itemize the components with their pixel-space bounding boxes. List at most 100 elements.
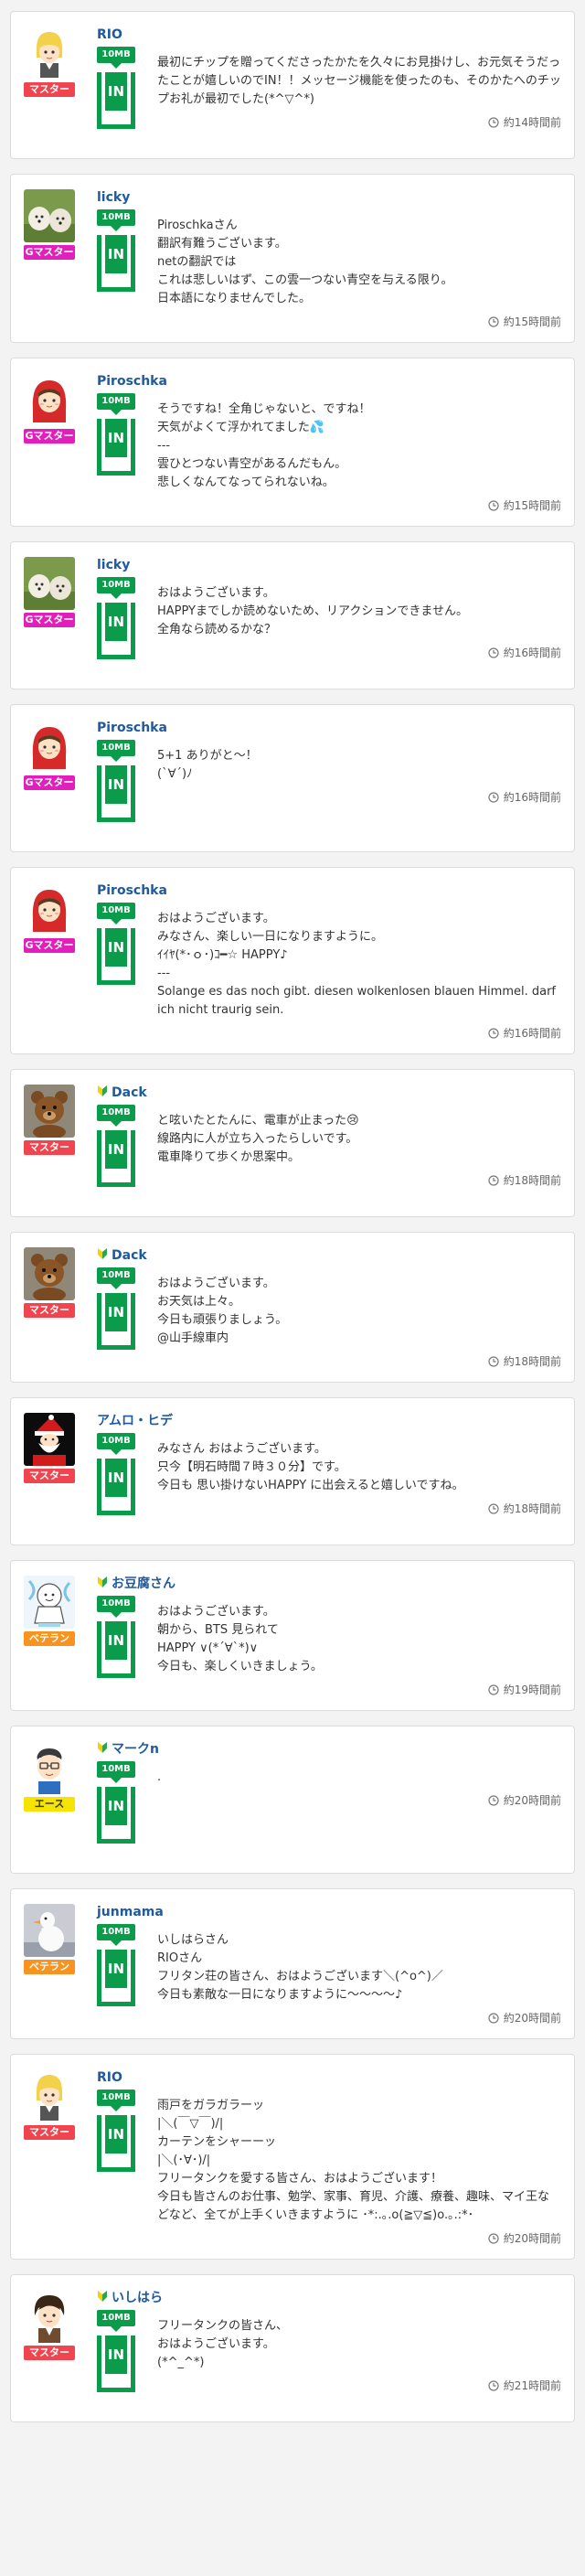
chip-in-button[interactable]: 10MB IN [97, 1267, 135, 1350]
chip-in-label: IN [105, 2336, 127, 2374]
chip-in-box: IN [97, 2115, 135, 2172]
chip-in-button[interactable]: 10MB IN [97, 2310, 135, 2392]
chip-in-button[interactable]: 10MB IN [97, 209, 135, 292]
post-timestamp: 約19時間前 [97, 1682, 561, 1697]
username-link[interactable]: Piroschka [97, 882, 561, 899]
chip-in-label: IN [105, 1459, 127, 1497]
post-timestamp: 約20時間前 [97, 1792, 561, 1808]
chip-in-box: IN [97, 235, 135, 292]
user-column: ベテラン [24, 1576, 75, 1646]
username-link[interactable]: Piroschka [97, 373, 561, 390]
avatar[interactable] [24, 1085, 75, 1138]
post-body: licky 10MB IN おはようございます。 HAPPYまでしか読めないため… [97, 557, 561, 676]
chip-in-label: IN [105, 235, 127, 273]
post-message: みなさん おはようございます。 只今【明石時間７時３０分】です。 今日も 思い掛… [157, 1442, 464, 1492]
chip-in-box: IN [97, 928, 135, 985]
username-link[interactable]: licky [97, 557, 561, 573]
chip-in-label: IN [105, 2115, 127, 2154]
post-time-text: 約21時間前 [503, 2379, 561, 2392]
avatar[interactable] [24, 2290, 75, 2343]
rank-badge: マスター [24, 2125, 75, 2140]
avatar[interactable] [24, 1413, 75, 1466]
chip-in-box: IN [97, 1459, 135, 1515]
post-body: Piroschka 10MB IN 5+1 ありがと～！ (`∀´)ﾉ 約16時… [97, 720, 561, 839]
beginner-leaf-icon [97, 2290, 108, 2307]
username-link[interactable]: junmama [97, 1904, 561, 1920]
avatar[interactable] [24, 1247, 75, 1300]
chip-in-button[interactable]: 10MB IN [97, 1105, 135, 1187]
post-body: RIO 10MB IN 最初にチップを贈ってくださったかたを久々にお見掛けし、お… [97, 27, 561, 145]
username-link[interactable]: RIO [97, 2069, 561, 2086]
avatar[interactable] [24, 557, 75, 610]
username-text: いしはら [112, 2291, 163, 2305]
chip-in-box: IN [97, 72, 135, 129]
username-link[interactable]: Dack [97, 1247, 561, 1264]
username-text: Piroschka [97, 883, 167, 898]
avatar[interactable] [24, 882, 75, 935]
chip-amount-badge: 10MB [97, 1267, 135, 1289]
chip-in-button[interactable]: 10MB IN [97, 47, 135, 129]
post-timestamp: 約20時間前 [97, 2230, 561, 2246]
username-text: junmama [97, 1905, 164, 1919]
avatar[interactable] [24, 2069, 75, 2122]
username-text: Dack [112, 1248, 147, 1263]
post-time-text: 約20時間前 [503, 1794, 561, 1807]
post-body: Dack 10MB IN と呟いたとたんに、電車が止まった😢 線路内に人が立ち入… [97, 1085, 561, 1203]
post-card: マスター Dack 10MB IN と呟いたとたんに、電車が止まった😢 線路内に… [10, 1069, 575, 1217]
clock-icon [488, 116, 499, 128]
username-link[interactable]: RIO [97, 27, 561, 43]
username-link[interactable]: Dack [97, 1085, 561, 1101]
username-link[interactable]: licky [97, 189, 561, 206]
chip-in-button[interactable]: 10MB IN [97, 1761, 135, 1844]
user-column: ベテラン [24, 1904, 75, 1974]
avatar[interactable] [24, 27, 75, 80]
chip-amount-badge: 10MB [97, 1596, 135, 1618]
post-time-text: 約20時間前 [503, 2232, 561, 2245]
chip-in-button[interactable]: 10MB IN [97, 577, 135, 659]
post-card: マスター RIO 10MB IN 最初にチップを贈ってくださったかたを久々にお見… [10, 11, 575, 159]
avatar[interactable] [24, 1576, 75, 1629]
post-timestamp: 約20時間前 [97, 2010, 561, 2026]
rank-badge: マスター [24, 1469, 75, 1483]
chip-in-button[interactable]: 10MB IN [97, 393, 135, 476]
avatar[interactable] [24, 373, 75, 426]
avatar[interactable] [24, 189, 75, 242]
username-link[interactable]: お豆腐さん [97, 1576, 561, 1592]
user-column: Gマスター [24, 882, 75, 953]
post-card: マスター Dack 10MB IN おはようございます。 お天気は上々。 今日も… [10, 1232, 575, 1383]
post-time-text: 約18時間前 [503, 1355, 561, 1368]
chip-amount-badge: 10MB [97, 209, 135, 231]
rank-badge: マスター [24, 1140, 75, 1155]
chip-amount-badge: 10MB [97, 393, 135, 415]
post-body: いしはら 10MB IN フリータンクの皆さん、 おはようございます。 (*^_… [97, 2290, 561, 2409]
chip-in-button[interactable]: 10MB IN [97, 1596, 135, 1678]
user-column: Gマスター [24, 557, 75, 627]
avatar[interactable] [24, 720, 75, 773]
post-body: お豆腐さん 10MB IN おはようございます。 朝から、BTS 見られて HA… [97, 1576, 561, 1697]
username-link[interactable]: マークn [97, 1741, 561, 1758]
chip-in-label: IN [105, 603, 127, 641]
rank-badge: マスター [24, 82, 75, 97]
chip-in-button[interactable]: 10MB IN [97, 2090, 135, 2172]
user-column: Gマスター [24, 373, 75, 444]
chip-in-box: IN [97, 1130, 135, 1187]
post-card: エース マークn 10MB IN . 約20時間前 [10, 1726, 575, 1874]
username-link[interactable]: Piroschka [97, 720, 561, 736]
username-link[interactable]: アムロ・ヒデ [97, 1413, 561, 1429]
post-body: licky 10MB IN Piroschkaさん 翻訳有難うございます。 ne… [97, 189, 561, 329]
post-message: おはようございます。 朝から、BTS 見られて HAPPY ∨(*´∀`*)∨ … [157, 1605, 323, 1673]
avatar[interactable] [24, 1904, 75, 1957]
avatar[interactable] [24, 1741, 75, 1794]
post-message: そうですね！全角じゃないと、ですね！ 天気がよくて浮かれてました💦 --- 雲ひ… [157, 402, 371, 489]
chip-in-button[interactable]: 10MB IN [97, 903, 135, 985]
post-card: Gマスター Piroschka 10MB IN 5+1 ありがと～！ (`∀´)… [10, 704, 575, 852]
clock-icon [488, 315, 499, 327]
chip-in-button[interactable]: 10MB IN [97, 1433, 135, 1515]
chip-in-button[interactable]: 10MB IN [97, 740, 135, 822]
post-card: Gマスター licky 10MB IN Piroschkaさん 翻訳有難うござい… [10, 174, 575, 343]
rank-badge: マスター [24, 2346, 75, 2360]
chip-in-button[interactable]: 10MB IN [97, 1924, 135, 2006]
post-time-text: 約15時間前 [503, 499, 561, 512]
username-link[interactable]: いしはら [97, 2290, 561, 2306]
post-message: フリータンクの皆さん、 おはようございます。 (*^_^*) [157, 2319, 289, 2369]
